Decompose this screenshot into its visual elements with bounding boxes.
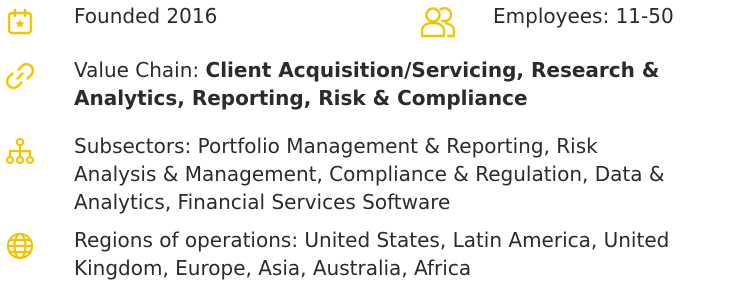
subsectors-line-3: Analytics, Financial Services Software: [74, 190, 451, 214]
founded-text: Founded 2016: [74, 4, 218, 28]
subsectors-text: Subsectors: Portfolio Management & Repor…: [74, 132, 664, 216]
subsectors-line-1: Subsectors: Portfolio Management & Repor…: [74, 134, 598, 158]
regions-text: Regions of operations: United States, La…: [74, 226, 669, 282]
link-icon: [0, 56, 40, 96]
founded-row: Founded 2016: [0, 2, 217, 42]
value-chain-bold-2: Analytics, Reporting, Risk & Compliance: [74, 86, 528, 110]
regions-line-1: Regions of operations: United States, La…: [74, 228, 670, 252]
regions-row: Regions of operations: United States, La…: [0, 226, 669, 282]
employees-text: Employees: 11-50: [493, 4, 674, 28]
value-chain-line-2: Analytics, Reporting, Risk & Compliance: [74, 84, 659, 112]
value-chain-bold-1: Client Acquisition/Servicing, Research &: [205, 58, 660, 82]
value-chain-text: Value Chain: Client Acquisition/Servicin…: [74, 56, 659, 112]
subsectors-line-2: Analysis & Management, Compliance & Regu…: [74, 162, 665, 186]
regions-line-2: Kingdom, Europe, Asia, Australia, Africa: [74, 256, 472, 280]
globe-icon: [0, 226, 40, 266]
subsectors-row: Subsectors: Portfolio Management & Repor…: [0, 132, 664, 216]
people-icon: [418, 2, 458, 42]
value-chain-prefix: Value Chain:: [74, 58, 206, 82]
value-chain-line-1: Value Chain: Client Acquisition/Servicin…: [74, 56, 659, 84]
value-chain-row: Value Chain: Client Acquisition/Servicin…: [0, 56, 659, 112]
calendar-star-icon: [0, 2, 40, 42]
employees-row: Employees: 11-50: [418, 2, 674, 42]
hierarchy-icon: [0, 132, 40, 172]
